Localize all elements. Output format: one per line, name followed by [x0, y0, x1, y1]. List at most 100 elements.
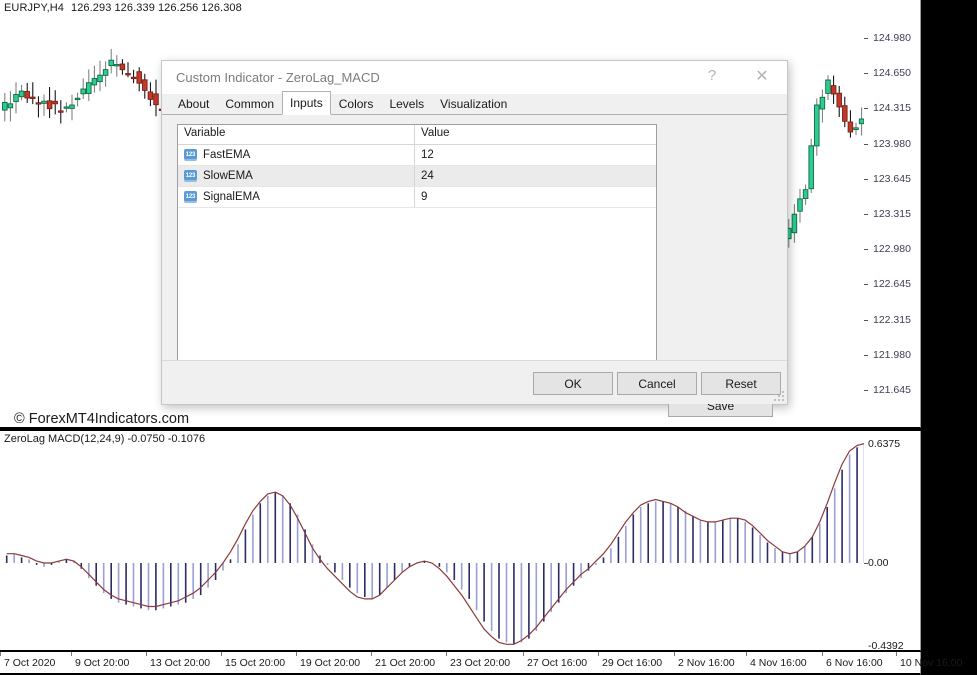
price-axis-label: 122.645: [873, 278, 911, 290]
time-axis-tick: [674, 652, 675, 656]
symbol-timeframe-label: EURJPY,H4: [4, 2, 64, 14]
price-axis-label: 124.650: [873, 67, 911, 79]
time-axis[interactable]: 7 Oct 2020 9 Oct 20:00 13 Oct 20:00 15 Oct …: [0, 652, 921, 675]
price-axis-tick: [864, 179, 868, 180]
tab-common[interactable]: Common: [217, 94, 282, 114]
variable-cell: 123 FastEMA: [178, 145, 415, 165]
price-axis-label: 123.315: [873, 208, 911, 220]
price-axis-tick: [864, 249, 868, 250]
table-row[interactable]: 123 FastEMA 12: [178, 145, 656, 166]
price-axis-label: 122.315: [873, 314, 911, 326]
price-axis-label: 121.645: [873, 384, 911, 396]
macd-plot: [0, 431, 921, 651]
column-header-variable: Variable: [178, 125, 415, 144]
price-axis-label: 121.980: [873, 349, 911, 361]
time-axis-label: 27 Oct 16:00: [527, 657, 587, 669]
variable-value[interactable]: 12: [415, 145, 656, 165]
time-axis-tick: [896, 652, 897, 656]
time-axis-tick: [446, 652, 447, 656]
time-axis-label: 19 Oct 20:00: [300, 657, 360, 669]
macd-indicator-pane[interactable]: ZeroLag MACD(12,24,9)-0.0750-0.1076 0.63…: [0, 431, 921, 651]
macd-value-axis[interactable]: 0.63750.00-0.4392: [864, 431, 920, 650]
variable-cell: 123 SignalEMA: [178, 187, 415, 207]
indicator-name: ZeroLag MACD(12,24,9): [4, 433, 124, 445]
tab-inputs[interactable]: Inputs: [282, 91, 331, 115]
price-axis-tick: [864, 144, 868, 145]
dialog-footer: OK Cancel Reset: [162, 360, 787, 404]
symbol-quote-line: EURJPY,H4 126.293126.339 126.256126.308: [4, 2, 245, 14]
resize-grip[interactable]: [774, 391, 785, 402]
time-axis-tick: [746, 652, 747, 656]
price-axis-label: 122.980: [873, 243, 911, 255]
time-axis-tick: [822, 652, 823, 656]
tab-visualization[interactable]: Visualization: [432, 94, 515, 114]
dialog-body: Variable Value 123 FastEMA 12 123 SlowEM…: [162, 115, 787, 404]
tab-colors[interactable]: Colors: [331, 94, 382, 114]
price-axis[interactable]: 124.980 124.650 124.315 123.980 123.645 123.3…: [864, 0, 920, 427]
time-axis-tick: [523, 652, 524, 656]
time-axis-label: 4 Nov 16:00: [750, 657, 807, 669]
table-row[interactable]: 123 SlowEMA 24: [178, 166, 656, 187]
price-axis-label: 123.645: [873, 173, 911, 185]
time-axis-tick: [371, 652, 372, 656]
indicator-label: ZeroLag MACD(12,24,9)-0.0750 -0.1076: [4, 433, 205, 445]
indicator-value-2: -0.1076: [168, 433, 205, 445]
time-axis-label: 23 Oct 20:00: [450, 657, 510, 669]
price-axis-label: 124.315: [873, 102, 911, 114]
indicator-value-1: -0.0750: [127, 433, 164, 445]
inputs-table[interactable]: Variable Value 123 FastEMA 12 123 SlowEM…: [177, 124, 657, 369]
macd-axis-label: -0.4392: [868, 640, 904, 651]
custom-indicator-dialog[interactable]: Custom Indicator - ZeroLag_MACD ? ✕ Abou…: [161, 60, 788, 405]
time-axis-label: 2 Nov 16:00: [678, 657, 735, 669]
tab-levels[interactable]: Levels: [381, 94, 432, 114]
time-axis-tick: [146, 652, 147, 656]
time-axis-label: 29 Oct 16:00: [602, 657, 662, 669]
price-axis-tick: [864, 355, 868, 356]
variable-value[interactable]: 9: [415, 187, 656, 207]
price-axis-label: 123.980: [873, 138, 911, 150]
price-axis-tick: [864, 214, 868, 215]
table-row[interactable]: 123 SignalEMA 9: [178, 187, 656, 208]
time-axis-tick: [221, 652, 222, 656]
help-question-icon[interactable]: ?: [691, 61, 733, 90]
time-axis-label: 7 Oct 2020: [4, 657, 55, 669]
tab-about[interactable]: About: [170, 94, 217, 114]
macd-zero-tick: [864, 563, 868, 564]
price-axis-tick: [864, 320, 868, 321]
price-axis-tick: [864, 108, 868, 109]
time-axis-label: 9 Oct 20:00: [75, 657, 129, 669]
quote-open: 126.293: [71, 2, 111, 14]
variable-name: FastEMA: [203, 149, 250, 161]
time-axis-label: 10 Nov 16:00: [900, 657, 962, 669]
macd-axis-label: 0.00: [868, 557, 888, 569]
time-axis-label: 13 Oct 20:00: [150, 657, 210, 669]
variable-cell: 123 SlowEMA: [178, 166, 415, 186]
time-axis-tick: [71, 652, 72, 656]
time-axis-tick: [0, 652, 1, 656]
numeric-type-icon: 123: [184, 170, 197, 182]
quote-low: 126.256: [158, 2, 198, 14]
variable-name: SignalEMA: [203, 191, 260, 203]
price-axis-label: 124.980: [873, 32, 911, 44]
table-header-row: Variable Value: [178, 125, 656, 145]
site-watermark: © ForexMT4Indicators.com: [14, 411, 189, 427]
close-icon[interactable]: ✕: [741, 61, 783, 90]
quote-high: 126.339: [114, 2, 154, 14]
variable-name: SlowEMA: [203, 170, 253, 182]
price-axis-tick: [864, 390, 868, 391]
quote-close: 126.308: [201, 2, 241, 14]
mt4-chart-window: EURJPY,H4 126.293126.339 126.256126.308 © …: [0, 0, 977, 675]
price-axis-tick: [864, 38, 868, 39]
reset-button[interactable]: Reset: [701, 372, 781, 395]
numeric-type-icon: 123: [184, 191, 197, 203]
cancel-button[interactable]: Cancel: [617, 372, 697, 395]
dialog-tabstrip[interactable]: About Common Inputs Colors Levels Visual…: [162, 94, 787, 115]
column-header-value: Value: [415, 125, 656, 144]
price-axis-tick: [864, 284, 868, 285]
ok-button[interactable]: OK: [533, 372, 613, 395]
dialog-title: Custom Indicator - ZeroLag_MACD: [176, 70, 380, 85]
dialog-titlebar[interactable]: Custom Indicator - ZeroLag_MACD ? ✕: [162, 61, 787, 94]
variable-value[interactable]: 24: [415, 166, 656, 186]
time-axis-label: 15 Oct 20:00: [225, 657, 285, 669]
time-axis-label: 21 Oct 20:00: [375, 657, 435, 669]
